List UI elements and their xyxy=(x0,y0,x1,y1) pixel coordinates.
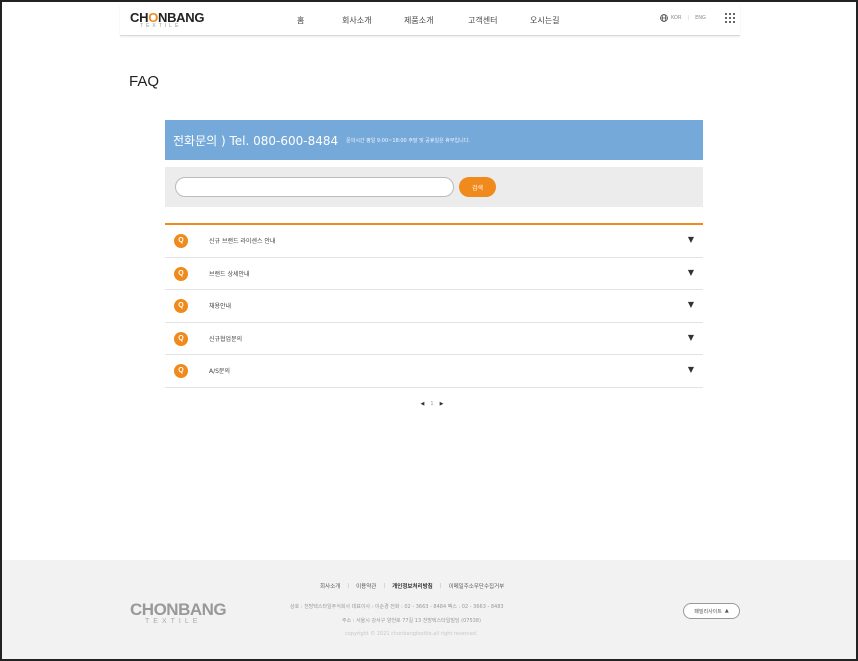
q-badge-icon: Q xyxy=(174,234,188,248)
faq-item[interactable]: Q 브랜드 상세안내 ▼ xyxy=(165,258,703,290)
footer-links: 회사소개 | 이용약관 | 개인정보처리방침 | 이메일주소무단수집거부 xyxy=(320,582,504,590)
footer-link-terms[interactable]: 이용약관 xyxy=(356,582,376,590)
faq-question: 신규 브랜드 라이센스 안내 xyxy=(209,238,276,245)
family-site-label: 패밀리사이트 xyxy=(694,608,722,615)
search-area: 검색 xyxy=(165,167,703,207)
site-header: CHONBANG TEXTILE 홈 회사소개 제품소개 고객센터 오시는길 K… xyxy=(120,4,740,36)
nav-products[interactable]: 제품소개 xyxy=(404,15,433,26)
footer-logo-subtitle: TEXTILE xyxy=(145,618,202,625)
chevron-down-icon[interactable]: ▼ xyxy=(688,235,694,244)
globe-icon xyxy=(660,14,668,22)
menu-grid-icon[interactable] xyxy=(725,13,735,23)
nav-company[interactable]: 회사소개 xyxy=(342,15,371,26)
faq-list: Q 신규 브랜드 라이센스 안내 ▼ Q 브랜드 상세안내 ▼ Q 채용안내 ▼… xyxy=(165,223,703,388)
faq-item[interactable]: Q 신규협업문의 ▼ xyxy=(165,323,703,355)
lang-kor[interactable]: KOR xyxy=(671,15,681,21)
site-footer: 회사소개 | 이용약관 | 개인정보처리방침 | 이메일주소무단수집거부 CHO… xyxy=(2,560,856,659)
logo-subtitle: TEXTILE xyxy=(140,23,182,29)
nav-directions[interactable]: 오시는길 xyxy=(530,15,559,26)
language-selector: KOR | ENG xyxy=(660,14,706,22)
q-badge-icon: Q xyxy=(174,364,188,378)
nav-home[interactable]: 홈 xyxy=(297,15,304,26)
faq-item[interactable]: Q 신규 브랜드 라이센스 안내 ▼ xyxy=(165,225,703,258)
phone-number: 전화문의 ) Tel. 080-600-8484 xyxy=(173,133,339,148)
faq-question: 브랜드 상세안내 xyxy=(209,270,250,278)
footer-divider: | xyxy=(347,583,350,589)
footer-link-privacy[interactable]: 개인정보처리방침 xyxy=(392,582,432,590)
phone-hours: 문의시간 평일 9:00~18:00 주말 및 공휴일은 휴무입니다. xyxy=(346,137,470,144)
footer-divider: | xyxy=(439,583,442,589)
company-address: 주소 : 서울시 강서구 양천로 77길 13 천방텍스타일빌딩 (07538) xyxy=(342,618,481,624)
chevron-down-icon[interactable]: ▼ xyxy=(688,300,694,309)
search-button[interactable]: 검색 xyxy=(459,177,496,197)
faq-question: 채용안내 xyxy=(209,303,232,310)
q-badge-icon: Q xyxy=(174,266,188,281)
company-info: 상호 : 천방텍스타일주식회사 대표이사 : 이순경 전화 : 02 - 366… xyxy=(290,604,504,610)
faq-question: A/S문의 xyxy=(209,368,230,375)
chevron-down-icon[interactable]: ▼ xyxy=(688,333,694,342)
lang-divider: | xyxy=(687,15,690,21)
prev-page-icon[interactable]: ◀ xyxy=(421,401,425,407)
browser-frame: CHONBANG TEXTILE 홈 회사소개 제품소개 고객센터 오시는길 K… xyxy=(0,0,858,661)
q-badge-icon: Q xyxy=(174,331,188,346)
page-title: FAQ xyxy=(129,73,160,90)
q-badge-icon: Q xyxy=(174,299,188,313)
faq-question: 신규협업문의 xyxy=(209,335,243,343)
pagination: ◀ 1 ▶ xyxy=(407,401,457,407)
chevron-down-icon[interactable]: ▼ xyxy=(688,268,694,277)
faq-item[interactable]: Q A/S문의 ▼ xyxy=(165,355,703,388)
footer-link-company[interactable]: 회사소개 xyxy=(320,582,340,590)
chevron-down-icon[interactable]: ▼ xyxy=(688,365,694,374)
nav-customer-center[interactable]: 고객센터 xyxy=(468,15,497,26)
faq-item[interactable]: Q 채용안내 ▼ xyxy=(165,290,703,323)
chevron-up-icon: ▲ xyxy=(724,608,729,614)
phone-inquiry-banner: 전화문의 ) Tel. 080-600-8484 문의시간 평일 9:00~18… xyxy=(165,120,703,160)
copyright: copyright © 2021 chonbangtextile.all rig… xyxy=(345,631,478,637)
page-number[interactable]: 1 xyxy=(430,401,433,407)
footer-divider: | xyxy=(383,583,386,589)
lang-eng[interactable]: ENG xyxy=(695,15,706,21)
search-input[interactable] xyxy=(175,177,454,197)
next-page-icon[interactable]: ▶ xyxy=(440,401,444,407)
family-site-button[interactable]: 패밀리사이트 ▲ xyxy=(683,603,740,619)
footer-logo: CHONBANG xyxy=(130,600,227,619)
footer-link-email-policy[interactable]: 이메일주소무단수집거부 xyxy=(449,582,505,590)
